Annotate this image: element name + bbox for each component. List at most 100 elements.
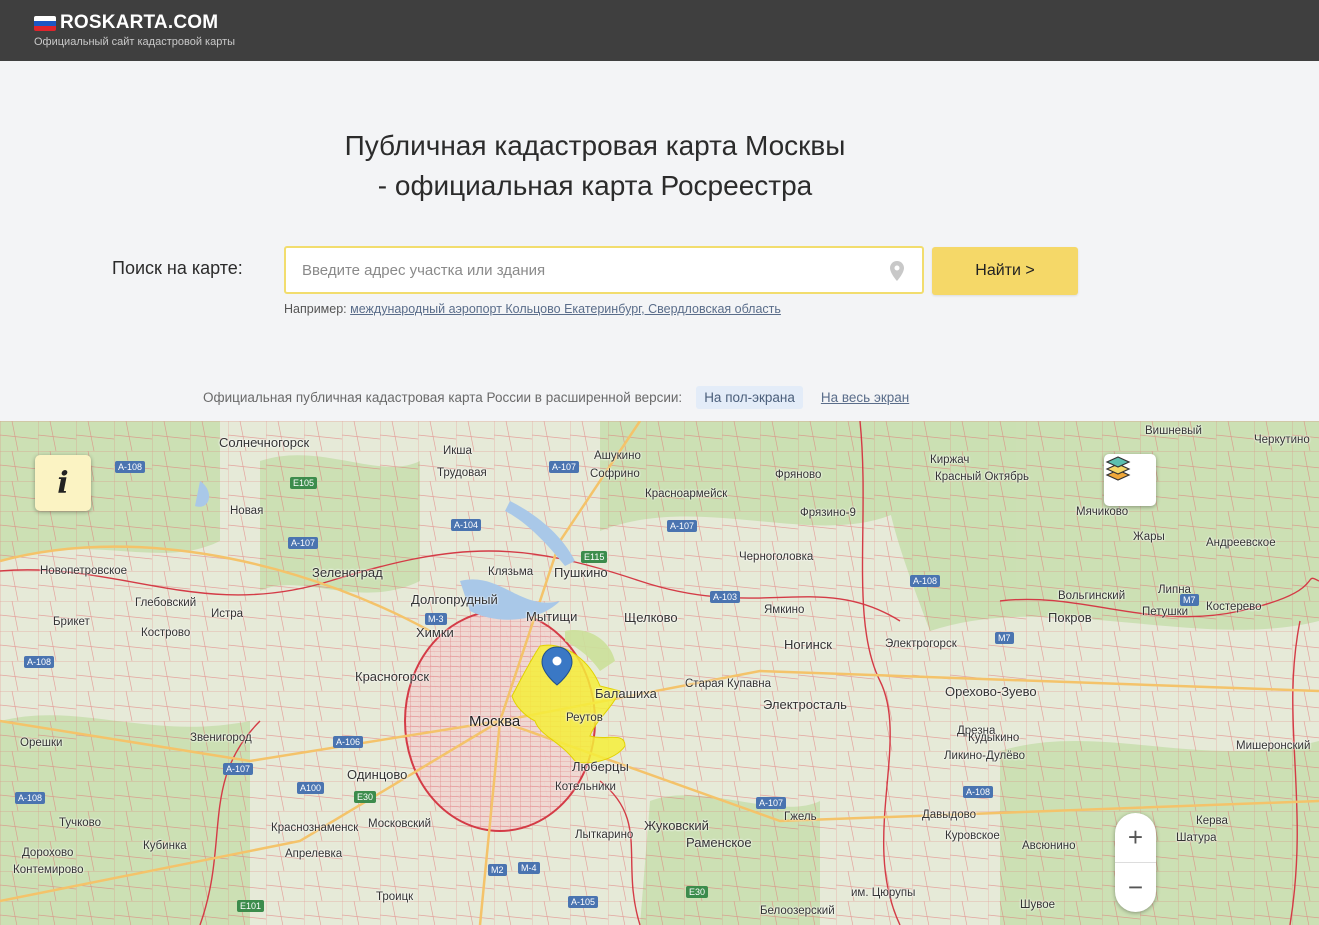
search-field (284, 246, 924, 294)
map-label: Звенигород (190, 732, 252, 744)
map-label: Новая (230, 505, 264, 517)
map-label: Брикет (53, 616, 90, 628)
map-label: Давыдово (922, 809, 977, 821)
map-label: Ликино-Дулёво (944, 750, 1026, 762)
map-label: Котельники (555, 781, 616, 793)
map-label: Химки (416, 625, 454, 640)
map-label: Ногинск (784, 637, 832, 652)
map-label: Черкутино (1254, 434, 1310, 446)
highway-shield: E101 (237, 900, 265, 912)
map-label: Люберцы (572, 759, 629, 774)
map-label: Трудовая (437, 467, 487, 479)
layers-button[interactable] (1104, 454, 1156, 506)
highway-shield: A-108 (115, 461, 146, 473)
map-label: Орешки (20, 737, 63, 749)
map-label: Московский (368, 818, 432, 830)
highway-shield: A-108 (963, 786, 994, 798)
map-label: Шувое (1020, 899, 1056, 911)
map-label: Тучково (59, 817, 102, 829)
cadastral-map[interactable]: Солнечногорск Икша Трудовая Ашукино Софр… (0, 421, 1319, 925)
map-label: Мишеронский (1236, 740, 1311, 752)
info-icon: i (57, 465, 69, 501)
map-label: Красногорск (355, 669, 430, 684)
highway-shield: M-4 (518, 862, 540, 874)
map-label: Зеленоград (312, 565, 383, 580)
map-label: Москва (469, 713, 521, 730)
highway-shield: E30 (686, 886, 709, 898)
highway-shield: A-106 (333, 736, 364, 748)
example-prefix: Например: (284, 302, 347, 316)
layers-icon (1105, 456, 1131, 481)
map-label: Одинцово (347, 767, 408, 782)
zoom-in-button[interactable]: + (1115, 813, 1156, 862)
map-label: Ашукино (594, 450, 641, 462)
map-label: Жары (1133, 531, 1165, 543)
map-label: Орехово-Зуево (945, 684, 1037, 699)
map-label: Дорохово (22, 847, 74, 859)
map-label: Кубинка (143, 840, 187, 852)
highway-shield: M-3 (425, 613, 447, 625)
highway-shield: A-107 (288, 537, 319, 549)
map-label: Истра (211, 608, 244, 620)
map-label: Шатура (1176, 832, 1217, 844)
highway-shield: A-107 (667, 520, 698, 532)
highway-shield: A-104 (451, 519, 482, 531)
highway-shield: A-108 (910, 575, 941, 587)
find-button[interactable]: Найти > (932, 247, 1078, 295)
half-screen-option[interactable]: На пол-экрана (696, 386, 803, 409)
map-label: Троицк (376, 891, 414, 903)
map-label: Фряново (775, 469, 822, 481)
logo-text: ROSKARTA.COM (60, 12, 219, 33)
view-mode-text: Официальная публичная кадастровая карта … (203, 390, 683, 405)
map-label: Киржач (930, 454, 970, 466)
map-label: Реутов (566, 712, 603, 724)
map-label: Электросталь (763, 697, 847, 712)
map-label: Щелково (624, 610, 678, 625)
page-subtitle: - официальная карта Росреестра (377, 170, 813, 201)
map-label: Кострово (141, 627, 191, 639)
highway-shield: M2 (488, 864, 507, 876)
page-title: Публичная кадастровая карта Москвы (344, 130, 846, 161)
map-label: Вольгинский (1058, 590, 1126, 602)
map-label: Новопетровское (40, 565, 128, 577)
search-label: Поиск на карте: (112, 258, 243, 278)
location-pin-icon (890, 261, 904, 281)
map-label: Раменское (686, 835, 752, 850)
highway-shield: A-107 (756, 797, 787, 809)
map-label: Белоозерский (760, 905, 835, 917)
map-label: Андреевское (1206, 537, 1276, 549)
highway-shield: E105 (290, 477, 318, 489)
highway-shield: M7 (1180, 594, 1199, 606)
map-label: Клязьма (488, 566, 534, 578)
map-label: Балашиха (595, 686, 657, 701)
map-label: Петушки (1142, 606, 1189, 618)
map-label: Пушкино (554, 565, 608, 580)
map-label: Гжель (784, 811, 817, 823)
map-label: Электрогорск (885, 638, 957, 650)
map-label: Покров (1048, 610, 1092, 625)
map-label: Долгопрудный (411, 592, 498, 607)
example-link[interactable]: международный аэропорт Кольцово Екатерин… (350, 302, 781, 316)
search-example: Например: международный аэропорт Кольцов… (284, 302, 781, 316)
highway-shield: A-108 (24, 656, 55, 668)
map-label: Икша (443, 445, 472, 457)
search-input[interactable] (286, 248, 922, 292)
russian-flag-icon (34, 15, 56, 31)
full-screen-link[interactable]: На весь экран (821, 390, 909, 405)
highway-shield: A-105 (568, 896, 599, 908)
map-label: Лыткарино (575, 829, 634, 841)
highway-shield: M7 (995, 632, 1014, 644)
flag-stripe-red (34, 25, 56, 31)
highway-shield: A-103 (710, 591, 741, 603)
highway-shield: A-108 (15, 792, 46, 804)
highway-shield: E30 (354, 791, 377, 803)
zoom-out-button[interactable]: − (1115, 862, 1156, 911)
map-label: Глебовский (135, 597, 197, 609)
map-label: Краснознаменск (271, 822, 359, 834)
map-label: Жуковский (644, 818, 709, 833)
logo[interactable]: ROSKARTA.COM (34, 12, 218, 34)
info-button[interactable]: i (35, 455, 91, 511)
map-label: Красноармейск (645, 488, 728, 500)
map-label: Куровское (945, 830, 1000, 842)
map-label: Авсюнино (1022, 840, 1076, 852)
